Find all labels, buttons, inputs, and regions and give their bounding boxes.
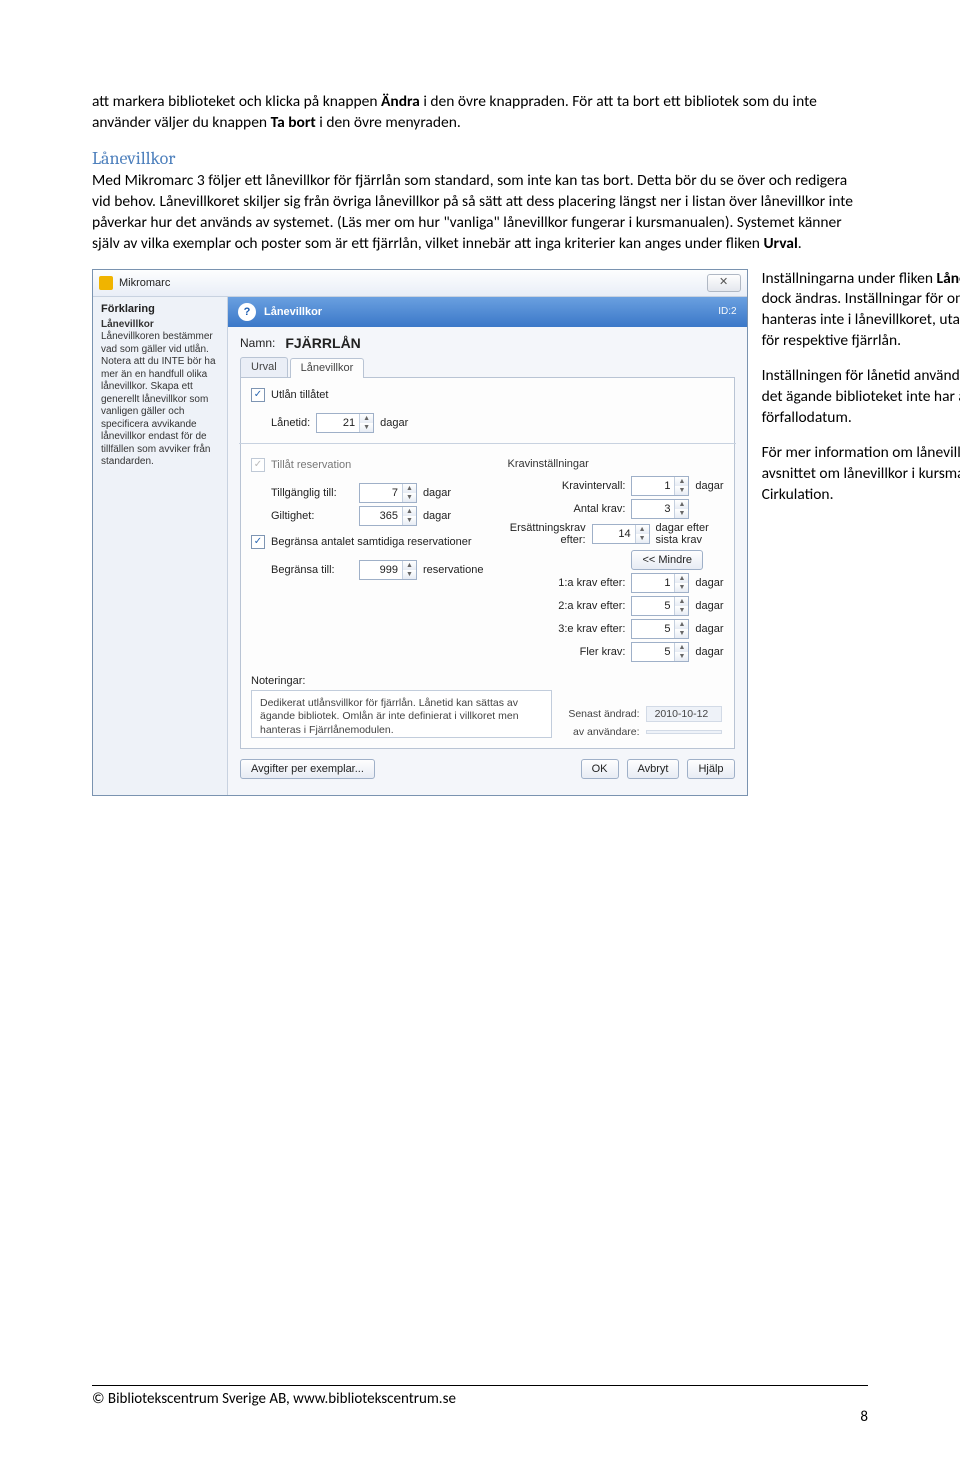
ersattning-after-text: dagar efter sista krav — [656, 522, 724, 546]
page-footer: © Bibliotekscentrum Sverige AB, www.bibl… — [92, 1385, 868, 1426]
text: Inställningarna under fliken — [762, 269, 937, 288]
side-para-1: Inställningarna under fliken Lånevillkor… — [762, 269, 960, 353]
begransa-label: Begränsa till: — [271, 564, 353, 576]
ersattningskrav-stepper[interactable]: 14▲▼ — [592, 524, 650, 544]
antalkrav-label: Antal krav: — [507, 503, 625, 515]
krav1-stepper[interactable]: 1▲▼ — [631, 573, 689, 593]
value: 1 — [632, 574, 674, 592]
bold-andra: Ändra — [381, 92, 420, 111]
paragraph-lanevillkor: Med Mikromarc 3 följer ett lånevillkor f… — [92, 171, 868, 255]
help-icon[interactable]: ? — [238, 303, 256, 321]
lanetid-stepper[interactable]: 21▲▼ — [316, 413, 374, 433]
text: . — [798, 234, 802, 253]
mikromarc-window: Mikromarc ✕ Förklaring Lånevillkor Lånev… — [92, 269, 748, 796]
value: 5 — [632, 643, 674, 661]
value: 5 — [632, 620, 674, 638]
flerkrav-stepper[interactable]: 5▲▼ — [631, 642, 689, 662]
noteringar-label: Noteringar: — [251, 675, 552, 687]
value: 7 — [360, 484, 402, 502]
value: 3 — [632, 500, 674, 518]
side-column: Inställningarna under fliken Lånevillkor… — [762, 269, 960, 520]
value: 14 — [593, 525, 635, 543]
hjalp-button[interactable]: Hjälp — [687, 759, 734, 779]
value: 5 — [632, 597, 674, 615]
name-label: Namn: — [240, 336, 275, 350]
name-value: FJÄRRLÅN — [285, 335, 360, 351]
unit-dagar: dagar — [695, 480, 723, 492]
window-title: Mikromarc — [119, 277, 170, 289]
text: i den övre menyraden. — [316, 113, 461, 132]
kravintervall-stepper[interactable]: 1▲▼ — [631, 476, 689, 496]
close-button[interactable]: ✕ — [707, 274, 741, 292]
krav1-label: 1:a krav efter: — [507, 577, 625, 589]
tabs: Urval Lånevillkor — [240, 357, 735, 378]
begransa-stepper[interactable]: 999▲▼ — [359, 560, 417, 580]
checkbox-utlan-tillatet[interactable]: ✓Utlån tillåtet — [251, 388, 328, 402]
page-number: 8 — [860, 1408, 868, 1426]
avgifter-button[interactable]: Avgifter per exemplar... — [240, 759, 375, 779]
av-anvandare-value — [646, 730, 722, 734]
flerkrav-label: Fler krav: — [507, 646, 625, 658]
help-heading: Förklaring — [101, 303, 219, 315]
value: 999 — [360, 561, 402, 579]
noteringar-field[interactable]: Dedikerat utlånsvillkor för fjärrlån. Lå… — [251, 690, 552, 738]
unit-dagar: dagar — [695, 623, 723, 635]
krav3-stepper[interactable]: 5▲▼ — [631, 619, 689, 639]
footer-text: © Bibliotekscentrum Sverige AB, www.bibl… — [92, 1390, 456, 1408]
ersattningskrav-label: Ersättningskrav efter: — [507, 522, 585, 546]
checkbox-label: Tillåt reservation — [271, 459, 351, 471]
bold-tabort: Ta bort — [271, 113, 316, 132]
lanetid-label: Lånetid: — [271, 417, 310, 429]
krav3-label: 3:e krav efter: — [507, 623, 625, 635]
checkbox-label: Utlån tillåtet — [271, 389, 328, 401]
value: 365 — [360, 507, 402, 525]
checkbox-label: Begränsa antalet samtidiga reservationer — [271, 536, 472, 548]
panel-id: ID:2 — [718, 306, 736, 317]
ok-button[interactable]: OK — [581, 759, 619, 779]
help-subheading: Lånevillkor — [101, 319, 154, 330]
av-anvandare-label: av användare: — [573, 726, 640, 738]
bold-urval: Urval — [763, 234, 797, 253]
help-text: Lånevillkoren bestämmer vad som gäller v… — [101, 331, 219, 469]
senast-andrad-label: Senast ändrad: — [568, 708, 639, 720]
text: Med Mikromarc 3 följer ett lånevillkor f… — [92, 171, 853, 253]
unit-dagar: dagar — [695, 646, 723, 658]
help-pane: Förklaring Lånevillkor Lånevillkoren bes… — [93, 297, 228, 795]
panel-title: Lånevillkor — [264, 306, 322, 318]
unit-reservatione: reservatione — [423, 564, 484, 576]
mindre-button[interactable]: << Mindre — [631, 550, 703, 570]
tillganglig-label: Tillgänglig till: — [271, 487, 353, 499]
app-icon — [99, 276, 113, 290]
tab-lanevillkor[interactable]: Lånevillkor — [290, 358, 365, 378]
unit-dagar: dagar — [423, 487, 451, 499]
unit-dagar: dagar — [695, 600, 723, 612]
kravintervall-label: Kravintervall: — [507, 480, 625, 492]
krav2-stepper[interactable]: 5▲▼ — [631, 596, 689, 616]
unit-dagar: dagar — [380, 417, 408, 429]
kravinstallningar-title: Kravinställningar — [507, 458, 723, 470]
text: att markera biblioteket och klicka på kn… — [92, 92, 381, 111]
tillganglig-stepper[interactable]: 7▲▼ — [359, 483, 417, 503]
side-para-2: Inställningen för lånetid används endast… — [762, 366, 960, 429]
checkbox-begransa-antal[interactable]: ✓Begränsa antalet samtidiga reservatione… — [251, 535, 472, 549]
value: 1 — [632, 477, 674, 495]
checkbox-tillat-reservation: ✓Tillåt reservation — [251, 458, 351, 472]
krav2-label: 2:a krav efter: — [507, 600, 625, 612]
giltighet-label: Giltighet: — [271, 510, 353, 522]
bold-lanevillkor: Lånevillkor — [937, 269, 960, 288]
avbryt-button[interactable]: Avbryt — [627, 759, 680, 779]
side-para-3: För mer information om lånevillkor, se a… — [762, 443, 960, 506]
heading-lanevillkor: Lånevillkor — [92, 148, 868, 169]
giltighet-stepper[interactable]: 365▲▼ — [359, 506, 417, 526]
unit-dagar: dagar — [695, 577, 723, 589]
antalkrav-stepper[interactable]: 3▲▼ — [631, 499, 689, 519]
panel-header: ? Lånevillkor ID:2 — [228, 297, 747, 327]
intro-paragraph: att markera biblioteket och klicka på kn… — [92, 92, 868, 134]
senast-andrad-value: 2010-10-12 — [646, 706, 722, 722]
lanetid-value: 21 — [317, 414, 359, 432]
window-titlebar: Mikromarc ✕ — [93, 270, 747, 297]
unit-dagar: dagar — [423, 510, 451, 522]
tab-urval[interactable]: Urval — [240, 357, 288, 377]
